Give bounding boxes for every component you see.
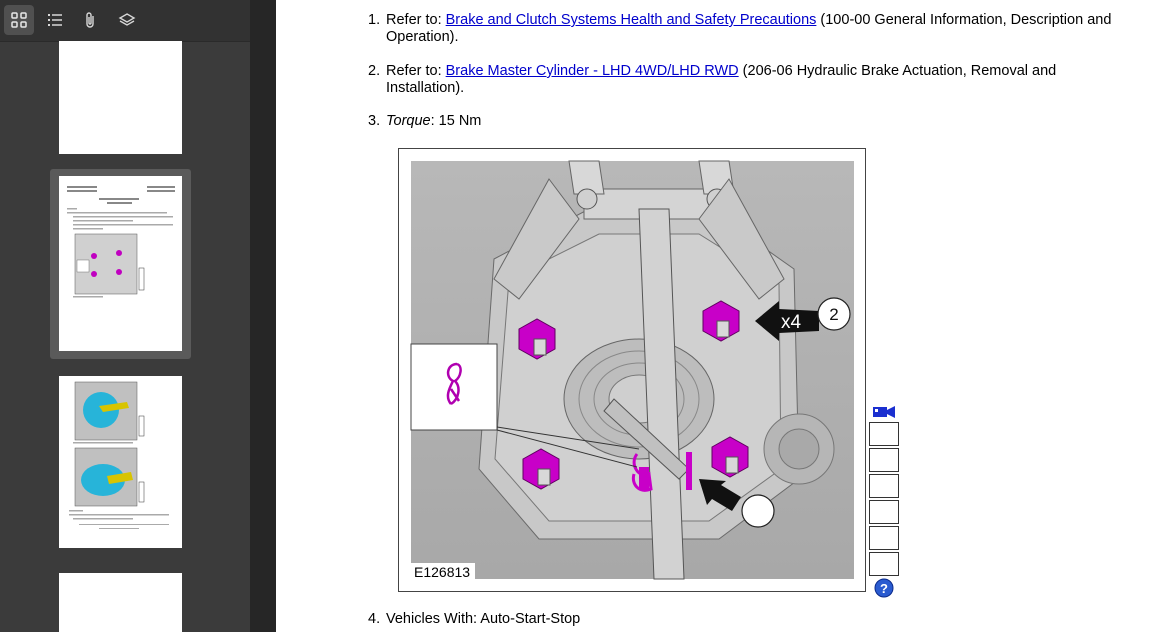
step-number: 4. (368, 611, 381, 627)
document-page: 1. Refer to: Brake and Clutch Systems He… (276, 0, 1165, 632)
brake-pedal-illustration: 2 1 x4 E126813 (410, 160, 854, 581)
thumbnail-preview (69, 381, 169, 529)
layers-icon (118, 13, 136, 26)
master-cylinder-link[interactable]: Brake Master Cylinder - LHD 4WD/LHD RWD (446, 63, 739, 79)
figure-tool-box[interactable] (869, 552, 899, 576)
torque-label: Torque (386, 113, 431, 129)
callout-2: 2 (829, 305, 838, 324)
thumbnails-icon (11, 12, 27, 28)
step-number: 1. (368, 12, 381, 28)
layers-button[interactable] (112, 5, 142, 35)
step-number: 2. (368, 63, 381, 79)
figure-tool-box[interactable] (869, 526, 899, 550)
page-thumbnail[interactable] (59, 41, 182, 154)
figure-tool-box[interactable] (869, 422, 899, 446)
figure-tools: ? (869, 404, 899, 598)
figure-tool-box[interactable] (869, 448, 899, 472)
attachments-button[interactable] (76, 5, 106, 35)
torque-value: : 15 Nm (430, 113, 482, 129)
health-safety-link[interactable]: Brake and Clutch Systems Health and Safe… (446, 12, 817, 28)
help-icon[interactable]: ? (874, 578, 894, 598)
step-number: 3. (368, 113, 381, 129)
sidebar-toolbar (0, 0, 250, 42)
page-thumbnail[interactable] (59, 573, 182, 632)
multiplier-label: x4 (781, 312, 802, 333)
step-prefix: Refer to: (386, 12, 446, 28)
figure-tool-box[interactable] (869, 474, 899, 498)
video-camera-icon[interactable] (871, 404, 897, 420)
figure-tool-box[interactable] (869, 500, 899, 524)
callout-1: 1 (753, 502, 762, 521)
svg-text:?: ? (880, 581, 888, 596)
attachment-icon (86, 12, 94, 28)
page-thumbnail[interactable] (59, 376, 182, 548)
figure-id: E126813 (414, 564, 470, 580)
procedure-figure: 2 1 x4 E126813 (398, 148, 866, 592)
sidebar-divider (250, 0, 276, 632)
page-thumbnail-current[interactable] (59, 176, 182, 351)
outline-button[interactable] (40, 5, 70, 35)
outline-icon (48, 14, 62, 26)
thumbnail-preview (67, 186, 175, 298)
step-prefix: Refer to: (386, 63, 446, 79)
thumbnail-sidebar (0, 0, 250, 632)
thumbnails-button[interactable] (4, 5, 34, 35)
step-text: Vehicles With: Auto-Start-Stop (386, 611, 581, 627)
